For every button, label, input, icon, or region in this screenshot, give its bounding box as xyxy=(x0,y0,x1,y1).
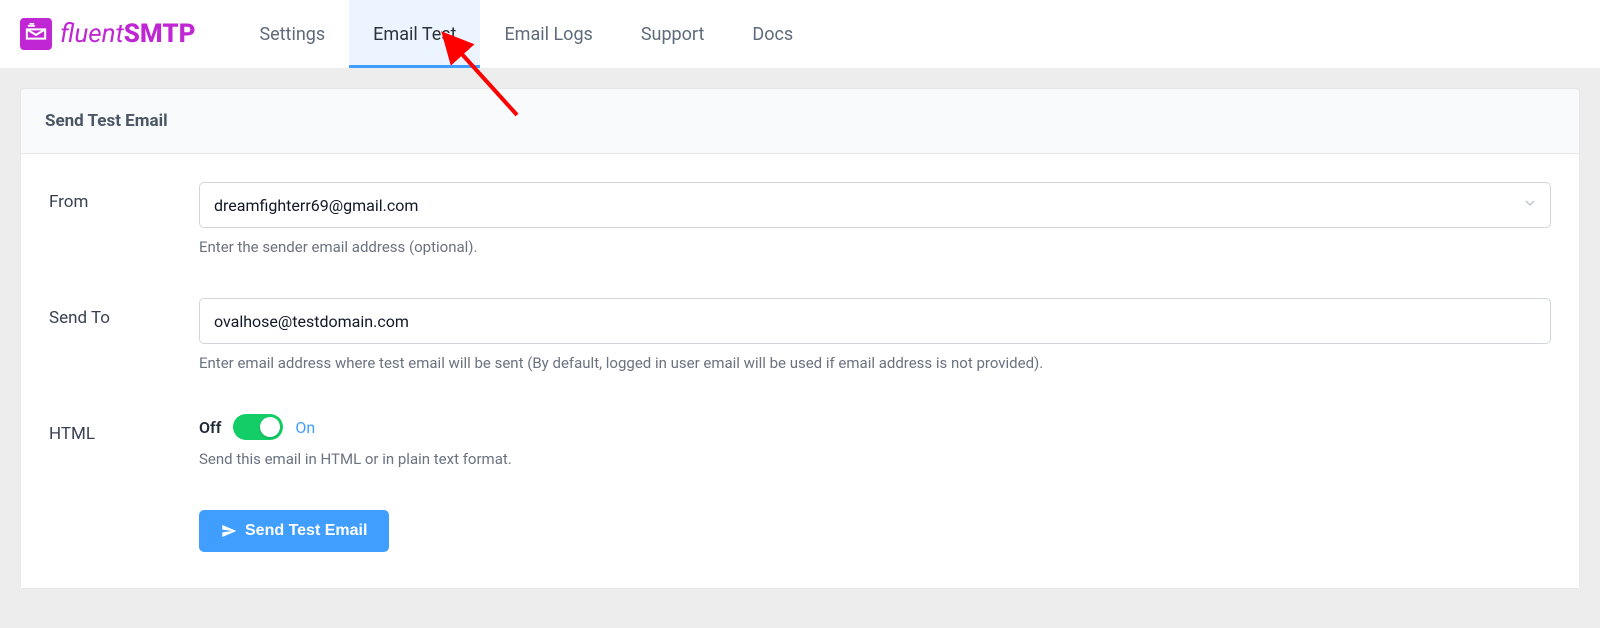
html-label: HTML xyxy=(49,414,199,444)
content-area: Send Test Email From dreamfighterr69@gma… xyxy=(0,68,1600,628)
main-nav: Settings Email Test Email Logs Support D… xyxy=(235,0,817,68)
send-test-email-panel: Send Test Email From dreamfighterr69@gma… xyxy=(20,88,1580,589)
from-select[interactable]: dreamfighterr69@gmail.com xyxy=(199,182,1551,228)
nav-tab-docs[interactable]: Docs xyxy=(728,0,817,68)
from-help-text: Enter the sender email address (optional… xyxy=(199,238,1551,256)
html-toggle-help-text: Send this email in HTML or in plain text… xyxy=(199,450,1551,468)
html-toggle-row: HTML Off On Send this email in HTML or i… xyxy=(49,414,1551,468)
send-to-input[interactable]: ovalhose@testdomain.com xyxy=(199,298,1551,344)
panel-body: From dreamfighterr69@gmail.com Enter the… xyxy=(21,154,1579,588)
send-to-row: Send To ovalhose@testdomain.com Enter em… xyxy=(49,298,1551,372)
nav-tab-settings[interactable]: Settings xyxy=(235,0,349,68)
nav-tab-email-logs[interactable]: Email Logs xyxy=(480,0,616,68)
html-toggle-switch[interactable] xyxy=(233,414,283,440)
panel-title: Send Test Email xyxy=(21,89,1579,154)
toggle-off-label: Off xyxy=(199,418,221,437)
nav-tab-support[interactable]: Support xyxy=(617,0,729,68)
paper-plane-icon xyxy=(221,523,237,539)
send-test-email-button[interactable]: Send Test Email xyxy=(199,510,389,552)
from-label: From xyxy=(49,182,199,212)
send-to-help-text: Enter email address where test email wil… xyxy=(199,354,1551,372)
from-row: From dreamfighterr69@gmail.com Enter the… xyxy=(49,182,1551,256)
nav-tab-email-test[interactable]: Email Test xyxy=(349,0,480,68)
chevron-down-icon xyxy=(1524,197,1536,213)
toggle-on-label: On xyxy=(295,418,315,437)
from-select-value: dreamfighterr69@gmail.com xyxy=(214,196,418,215)
toggle-knob xyxy=(260,417,280,437)
brand-logo: fluentSMTP xyxy=(20,18,195,50)
send-button-label: Send Test Email xyxy=(245,522,367,540)
brand-mail-icon xyxy=(20,18,52,50)
submit-row: Send Test Email xyxy=(49,510,1551,552)
app-header: fluentSMTP Settings Email Test Email Log… xyxy=(0,0,1600,68)
send-to-value: ovalhose@testdomain.com xyxy=(214,312,409,331)
send-to-label: Send To xyxy=(49,298,199,328)
brand-text: fluentSMTP xyxy=(60,19,195,49)
